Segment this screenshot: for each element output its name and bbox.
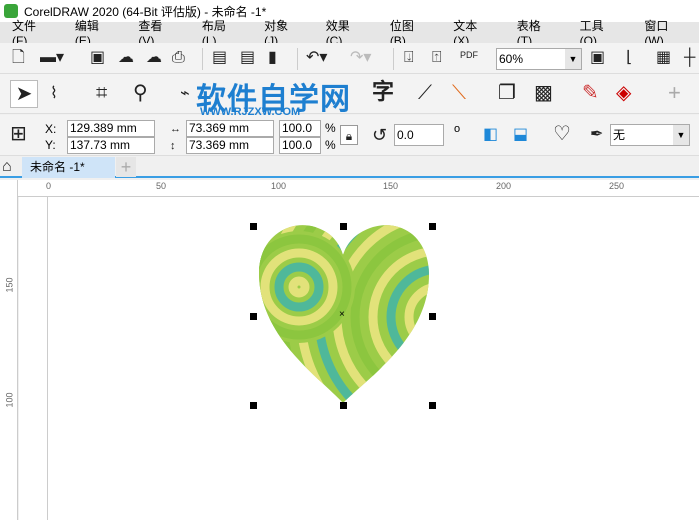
cut-icon[interactable]: ▤ <box>212 48 227 68</box>
undo-icon[interactable]: ↶▾ <box>306 48 327 68</box>
text-tool-icon[interactable]: 字 <box>372 81 394 103</box>
menu-bar: 文件(F) 编辑(E) 查看(V) 布局(L) 对象(J) 效果(C) 位图(B… <box>0 19 699 48</box>
print-icon[interactable]: ⎙ <box>172 48 185 68</box>
y-label: Y: <box>45 138 56 152</box>
eyedropper-tool-icon[interactable]: ✎ <box>582 83 599 103</box>
tab-label: 未命名 -1* <box>30 160 85 174</box>
drawing-canvas[interactable]: × <box>19 197 699 520</box>
selection-handle[interactable] <box>250 223 257 230</box>
add-tab-button[interactable]: + <box>116 157 136 177</box>
redo-icon[interactable]: ↷▾ <box>350 48 371 68</box>
outline-width-select[interactable]: 无 ▼ <box>610 124 690 146</box>
ruler-label: 100 <box>271 181 287 191</box>
vertical-ruler[interactable]: 150 100 <box>0 180 18 520</box>
standard-toolbar: 🗋 ▬▾ ▣ ☁ ☁ ⎙ ▤ ▤ ▮ ↶▾ ↷▾ ⍗ ⍐ PDF 60% ▼ ▣ … <box>0 43 699 74</box>
selection-handle[interactable] <box>429 313 436 320</box>
percent-y: % <box>325 138 336 152</box>
width-input[interactable]: 73.369 mm <box>186 120 274 137</box>
connector-tool-icon[interactable]: ⟍ <box>452 83 466 103</box>
degree-symbol: o <box>454 123 461 135</box>
selection-handle[interactable] <box>340 402 347 409</box>
import-icon[interactable]: ⍗ <box>404 48 414 68</box>
drop-shadow-tool-icon[interactable]: ❐ <box>498 83 516 103</box>
outline-pen-icon: ✒ <box>590 126 604 143</box>
ruler-label: 0 <box>46 181 52 191</box>
horizontal-ruler[interactable]: 0 50 100 150 200 250 <box>18 180 699 197</box>
property-bar: ⊞ X: Y: 129.389 mm 137.73 mm ↔ ↕ 73.369 … <box>0 115 699 156</box>
percent-x: % <box>325 121 336 135</box>
heart-object[interactable] <box>19 197 699 520</box>
outline-value: 无 <box>613 128 626 142</box>
rotation-input[interactable]: 0.0 <box>394 124 444 146</box>
open-icon[interactable]: ▬▾ <box>40 48 64 68</box>
shape-tool-icon[interactable]: ⌇ <box>50 84 58 104</box>
export-icon[interactable]: ⍐ <box>432 48 442 68</box>
pick-tool-icon[interactable]: ➤ <box>10 80 38 108</box>
copy-icon[interactable]: ▤ <box>240 48 255 68</box>
guidelines-icon[interactable]: ┼ <box>684 48 695 68</box>
interactive-fill-tool-icon[interactable]: ◈ <box>616 83 631 103</box>
paste-icon[interactable]: ▮ <box>268 48 277 68</box>
add-tool-icon[interactable]: + <box>668 82 681 104</box>
freehand-tool-icon[interactable]: ⌁ <box>180 84 190 104</box>
chevron-down-icon[interactable]: ▼ <box>565 49 581 69</box>
pdf-label: PDF <box>460 50 478 60</box>
document-tabs: ⌂ 未命名 -1* + <box>0 157 699 178</box>
publish-pdf-icon[interactable]: PDF <box>460 50 478 60</box>
mirror-vertical-icon[interactable]: ⬓ <box>513 125 528 145</box>
ring-backdrop <box>259 231 355 343</box>
zoom-value: 60% <box>499 52 524 66</box>
transparency-tool-icon[interactable]: ▩ <box>534 83 553 103</box>
selection-handle[interactable] <box>250 402 257 409</box>
new-document-icon[interactable]: 🗋 <box>12 48 25 68</box>
rulers-icon[interactable]: ⌊ <box>626 48 632 68</box>
zoom-level-select[interactable]: 60% ▼ <box>496 48 582 70</box>
height-input[interactable]: 73.369 mm <box>186 137 274 154</box>
home-icon[interactable]: ⌂ <box>2 157 12 177</box>
ruler-label: 150 <box>4 277 15 293</box>
scale-y-input[interactable]: 100.0 <box>279 137 321 154</box>
y-position-input[interactable]: 137.73 mm <box>67 137 155 154</box>
cloud-download-icon[interactable]: ☁ <box>118 48 134 68</box>
crop-tool-icon[interactable]: ⌗ <box>96 83 107 103</box>
dimension-tool-icon[interactable]: ⟋ <box>418 83 432 103</box>
selection-handle[interactable] <box>340 223 347 230</box>
cloud-upload-icon[interactable]: ☁ <box>146 48 162 68</box>
scale-x-input[interactable]: 100.0 <box>279 120 321 137</box>
ruler-label: 150 <box>383 181 399 191</box>
zoom-tool-icon[interactable]: ⚲ <box>133 83 148 103</box>
ruler-label: 250 <box>609 181 625 191</box>
ruler-label: 200 <box>496 181 512 191</box>
tab-document[interactable]: 未命名 -1* <box>22 157 115 178</box>
rotate-icon: ↺ <box>372 125 388 145</box>
reference-point-icon[interactable]: ⊞ <box>10 124 27 144</box>
selection-handle[interactable] <box>250 313 257 320</box>
coreldraw-logo-icon <box>4 4 18 18</box>
grid-icon[interactable]: ▦ <box>656 48 671 68</box>
selection-handle[interactable] <box>429 402 436 409</box>
center-marker-icon: × <box>339 309 345 320</box>
ruler-label: 50 <box>156 181 167 191</box>
selection-handle[interactable] <box>429 223 436 230</box>
chevron-down-icon[interactable]: ▼ <box>673 125 689 145</box>
x-label: X: <box>45 122 57 136</box>
full-screen-icon[interactable]: ▣ <box>590 48 605 68</box>
heart-shape-icon[interactable]: ♡ <box>553 124 571 144</box>
save-icon[interactable]: ▣ <box>90 48 105 68</box>
height-icon: ↕ <box>170 140 176 152</box>
x-position-input[interactable]: 129.389 mm <box>67 120 155 137</box>
ruler-label: 100 <box>4 392 15 408</box>
mirror-horizontal-icon[interactable]: ◧ <box>483 125 498 145</box>
lock-ratio-icon[interactable]: 🔒︎ <box>340 125 358 145</box>
